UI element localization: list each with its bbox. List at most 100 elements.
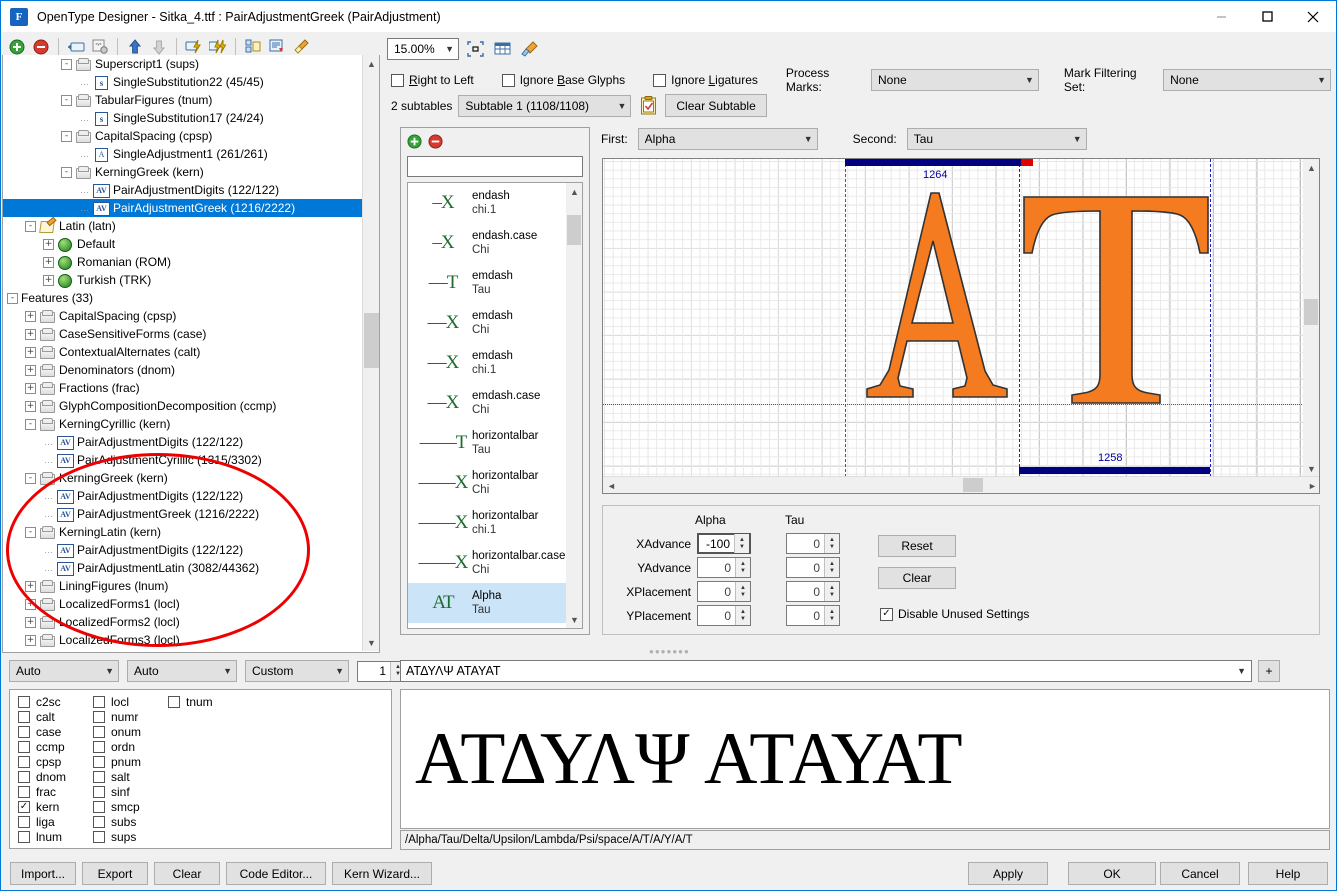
kern-wizard-button[interactable]: Kern Wizard... — [332, 862, 432, 885]
language-combo[interactable]: Auto ▼ — [127, 660, 237, 682]
pair-list-item[interactable]: —Xemdash.caseChi — [408, 383, 568, 423]
tree-node[interactable]: -KerningLatin (kern) — [3, 523, 363, 541]
ok-button[interactable]: OK — [1068, 862, 1156, 885]
tree-node[interactable]: +LiningFigures (lnum) — [3, 577, 363, 595]
tree-node[interactable]: -KerningGreek (kern) — [3, 163, 363, 181]
scroll-left-arrow[interactable]: ◄ — [603, 477, 620, 494]
pair-list-item[interactable]: –Xendash.caseChi — [408, 223, 568, 263]
expand-icon[interactable]: + — [25, 311, 36, 322]
process-marks-combo[interactable]: None ▼ — [871, 69, 1039, 91]
pair-list-item[interactable]: —Xemdashchi.1 — [408, 343, 568, 383]
tree-node[interactable]: +GlyphCompositionDecomposition (ccmp) — [3, 397, 363, 415]
pair-list-item[interactable]: ——XhorizontalbarChi — [408, 463, 568, 503]
expand-icon[interactable]: + — [43, 257, 54, 268]
xadvance-first-spinner[interactable]: -100▲▼ — [697, 533, 751, 554]
pair-list[interactable]: –Xendashchi.1–Xendash.caseChi—TemdashTau… — [407, 182, 583, 629]
splitter-handle[interactable]: ●●●●●●● — [649, 647, 690, 656]
tree-node[interactable]: +Fractions (frac) — [3, 379, 363, 397]
feature-checkbox-ccmp[interactable]: ccmp — [18, 739, 66, 754]
pair-list-item[interactable]: —XemdashChi — [408, 303, 568, 343]
expand-icon[interactable]: + — [25, 581, 36, 592]
feature-checkbox-dnom[interactable]: dnom — [18, 769, 66, 784]
expand-icon[interactable]: + — [25, 401, 36, 412]
pair-list-item[interactable]: —TemdashTau — [408, 263, 568, 303]
feature-checkbox-liga[interactable]: liga — [18, 814, 66, 829]
spinner-buttons[interactable]: ▲▼ — [734, 534, 749, 553]
yadvance-first-spinner[interactable]: 0▲▼ — [697, 557, 751, 578]
collapse-icon[interactable]: - — [7, 293, 18, 304]
canvas-vertical-scrollbar[interactable]: ▲ ▼ — [1303, 159, 1319, 477]
tree-node[interactable]: +Default — [3, 235, 363, 253]
feature-checkbox-kern[interactable]: ✓kern — [18, 799, 66, 814]
tree-node[interactable]: +LocalizedForms2 (locl) — [3, 613, 363, 631]
spinner-buttons[interactable]: ▲▼ — [735, 606, 750, 625]
collapse-icon[interactable]: - — [25, 419, 36, 430]
fit-to-window-icon[interactable] — [464, 38, 486, 60]
tree-node[interactable]: +LocalizedForms1 (locl) — [3, 595, 363, 613]
feature-checkbox-case[interactable]: case — [18, 724, 66, 739]
chevron-down-icon[interactable]: ▼ — [1237, 666, 1246, 676]
scroll-down-arrow[interactable]: ▼ — [566, 611, 583, 628]
import-button[interactable]: Import... — [10, 862, 76, 885]
feature-checkbox-c2sc[interactable]: c2sc — [18, 694, 66, 709]
xplacement-second-spinner[interactable]: 0▲▼ — [786, 581, 840, 602]
tree-node[interactable]: …PairAdjustmentDigits (122/122) — [3, 487, 363, 505]
collapse-icon[interactable]: - — [61, 95, 72, 106]
feature-set-combo[interactable]: Custom ▼ — [245, 660, 349, 682]
pair-list-scrollbar[interactable]: ▲ ▼ — [566, 183, 582, 628]
tree-node[interactable]: …PairAdjustmentCyrillic (1315/3302) — [3, 451, 363, 469]
add-pair-icon[interactable] — [407, 134, 422, 152]
clipboard-check-icon[interactable] — [637, 95, 659, 117]
second-glyph-combo[interactable]: Tau ▼ — [907, 128, 1087, 150]
export-button[interactable]: Export — [82, 862, 148, 885]
reset-button[interactable]: Reset — [878, 535, 956, 557]
highlighter-icon[interactable] — [518, 38, 540, 60]
help-button[interactable]: Help — [1248, 862, 1328, 885]
tree-node[interactable]: -Features (33) — [3, 289, 363, 307]
expand-icon[interactable]: + — [43, 239, 54, 250]
yplacement-second-spinner[interactable]: 0▲▼ — [786, 605, 840, 626]
tree-node[interactable]: +Romanian (ROM) — [3, 253, 363, 271]
collapse-icon[interactable]: - — [61, 59, 72, 70]
disable-unused-settings-checkbox[interactable]: ✓ Disable Unused Settings — [880, 607, 1029, 621]
feature-checkbox-onum[interactable]: onum — [93, 724, 141, 739]
tree-node[interactable]: +LocalizedForms3 (locl) — [3, 631, 363, 649]
expand-icon[interactable]: + — [25, 365, 36, 376]
feature-checkbox-cpsp[interactable]: cpsp — [18, 754, 66, 769]
feature-checkbox-smcp[interactable]: smcp — [93, 799, 141, 814]
tree-vertical-scrollbar[interactable]: ▲ ▼ — [362, 55, 379, 651]
tree-node[interactable]: -CapitalSpacing (cpsp) — [3, 127, 363, 145]
ignore-base-glyphs-checkbox[interactable]: Ignore Base Glyphs — [502, 73, 625, 87]
yplacement-first-spinner[interactable]: 0▲▼ — [697, 605, 751, 626]
expand-icon[interactable]: + — [25, 635, 36, 646]
scroll-up-arrow[interactable]: ▲ — [566, 183, 583, 200]
feature-checkbox-subs[interactable]: subs — [93, 814, 141, 829]
pair-list-item[interactable]: ——ThorizontalbarTau — [408, 423, 568, 463]
spinner-buttons[interactable]: ▲▼ — [824, 606, 839, 625]
tree-node[interactable]: …PairAdjustmentDigits (122/122) — [3, 181, 363, 199]
minimize-button[interactable] — [1198, 1, 1244, 32]
canvas-horizontal-scrollbar[interactable]: ◄ ► — [603, 476, 1320, 493]
clear-button[interactable]: Clear — [878, 567, 956, 589]
spinner-buttons[interactable]: ▲▼ — [735, 582, 750, 601]
spinner-buttons[interactable]: ▲▼ — [824, 558, 839, 577]
clear-subtable-button[interactable]: Clear Subtable — [665, 94, 766, 117]
feature-checkbox-tnum[interactable]: tnum — [168, 694, 213, 709]
tree-node[interactable]: +Denominators (dnom) — [3, 361, 363, 379]
pair-list-scroll-thumb[interactable] — [567, 215, 581, 245]
expand-icon[interactable]: + — [25, 617, 36, 628]
scroll-down-arrow[interactable]: ▼ — [363, 634, 380, 651]
feature-checkbox-locl[interactable]: locl — [93, 694, 141, 709]
pair-list-item[interactable]: ——Xhorizontalbarchi.1 — [408, 503, 568, 543]
lookup-tree[interactable]: -Superscript1 (sups)…SingleSubstitution2… — [3, 55, 363, 651]
ignore-ligatures-checkbox[interactable]: Ignore Ligatures — [653, 73, 758, 87]
close-button[interactable] — [1290, 1, 1336, 32]
clear-button-bottom[interactable]: Clear — [154, 862, 220, 885]
tree-node[interactable]: -KerningCyrillic (kern) — [3, 415, 363, 433]
tree-scroll-thumb[interactable] — [364, 313, 379, 368]
sample-text-input[interactable]: ΑΤΔΥΛΨ ΑΤΑΥΑΤ ▼ — [400, 660, 1252, 682]
tree-node[interactable]: …PairAdjustmentGreek (1216/2222) — [3, 505, 363, 523]
tree-node[interactable]: …PairAdjustmentDigits (122/122) — [3, 433, 363, 451]
collapse-icon[interactable]: - — [25, 221, 36, 232]
tree-node[interactable]: -Superscript1 (sups) — [3, 55, 363, 73]
